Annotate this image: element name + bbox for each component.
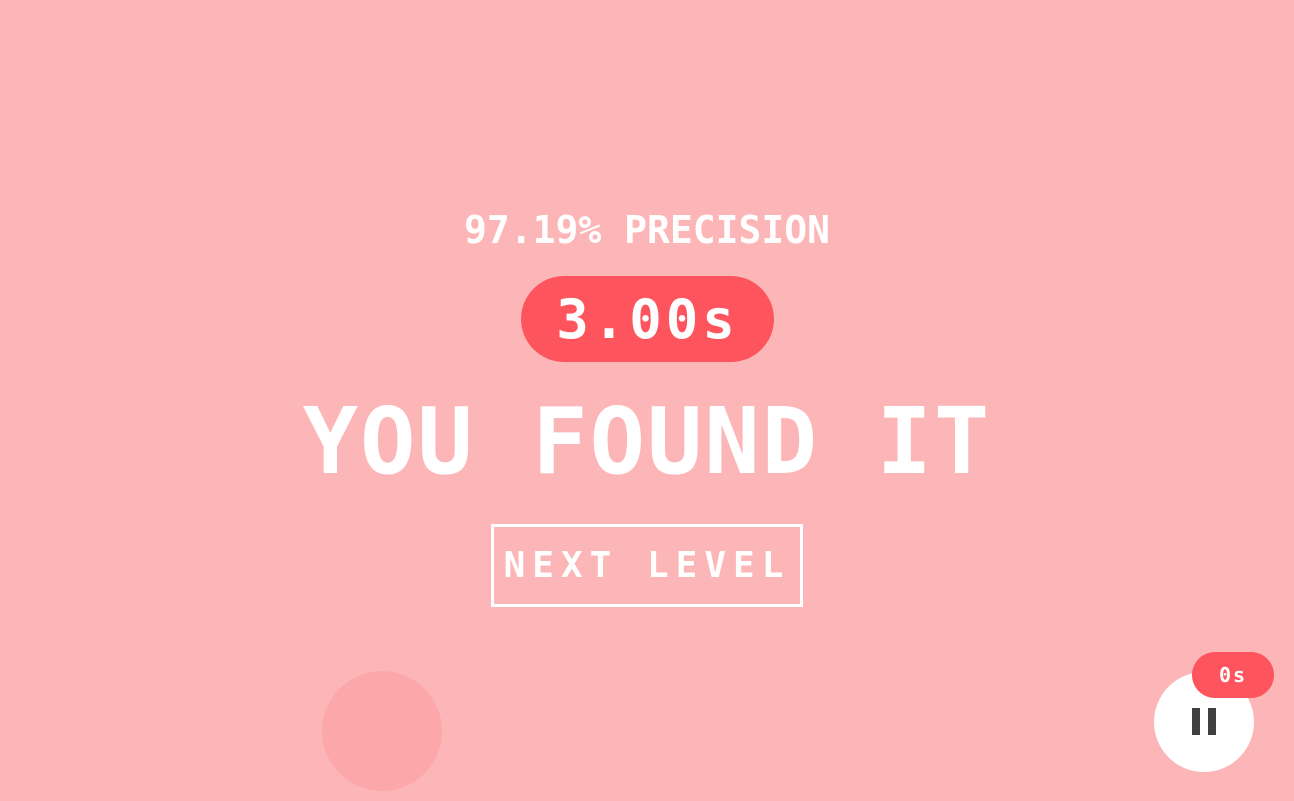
time-badge: 3.00s: [521, 276, 774, 362]
target-circle: [322, 671, 442, 791]
result-headline: YOU FOUND IT: [302, 388, 992, 495]
timer-badge: 0s: [1192, 652, 1274, 698]
time-value: 3.00s: [556, 287, 739, 351]
next-level-button[interactable]: NEXT LEVEL: [491, 524, 803, 607]
precision-text: 97.19% PRECISION: [463, 208, 831, 252]
next-level-label: NEXT LEVEL: [503, 545, 791, 586]
timer-value: 0s: [1218, 663, 1248, 687]
